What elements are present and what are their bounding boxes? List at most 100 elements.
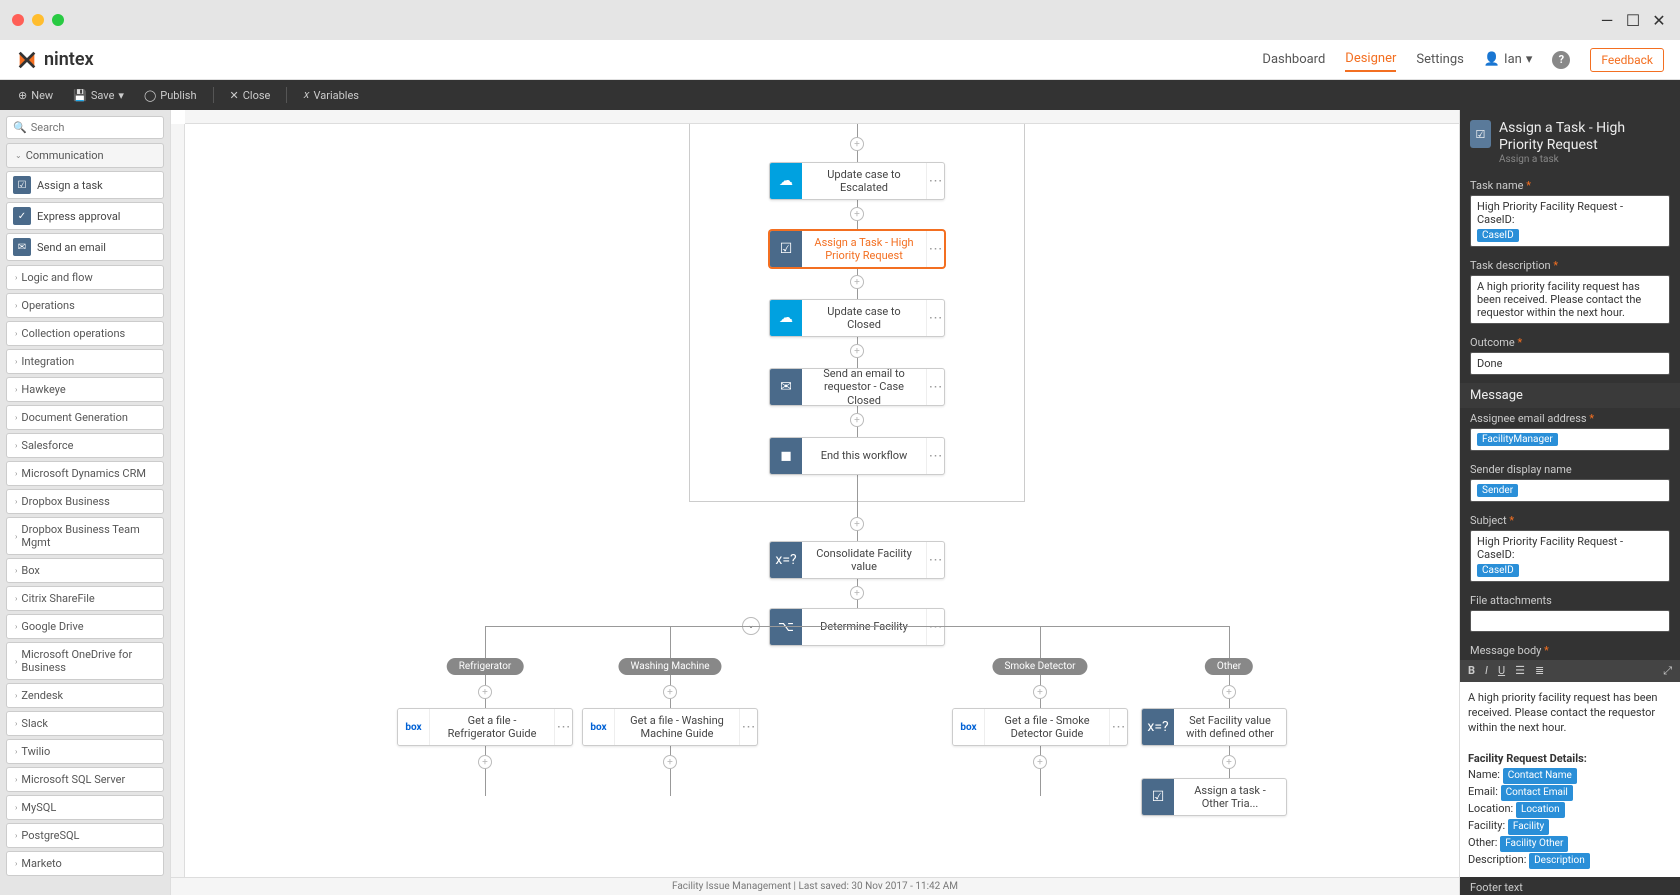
category-collection-operations[interactable]: ›Collection operations: [6, 321, 164, 346]
category-integration[interactable]: ›Integration: [6, 349, 164, 374]
node-menu[interactable]: ⋯: [739, 709, 757, 745]
add-step[interactable]: +: [663, 685, 677, 699]
token[interactable]: Contact Name: [1503, 768, 1577, 784]
token[interactable]: Description: [1529, 853, 1590, 869]
category-box[interactable]: ›Box: [6, 558, 164, 583]
add-step[interactable]: +: [850, 137, 864, 151]
close-button[interactable]: ✕Close: [222, 80, 279, 110]
mac-minimize[interactable]: [32, 14, 44, 26]
add-step[interactable]: +: [850, 207, 864, 221]
subject-input[interactable]: High Priority Facility Request - CaseID:…: [1470, 530, 1670, 582]
italic-button[interactable]: I: [1485, 664, 1488, 677]
category-microsoft-onedrive-for-business[interactable]: ›Microsoft OneDrive for Business: [6, 642, 164, 680]
node-file-refrigerator[interactable]: boxGet a file - Refrigerator Guide⋯: [397, 708, 573, 746]
action-express-approval[interactable]: ✓Express approval: [6, 202, 164, 230]
add-step[interactable]: +: [850, 344, 864, 358]
category-communication[interactable]: ⌄Communication: [6, 143, 164, 168]
add-step[interactable]: +: [850, 275, 864, 289]
mac-close[interactable]: [12, 14, 24, 26]
node-menu[interactable]: ⋯: [926, 609, 944, 645]
add-step[interactable]: +: [478, 685, 492, 699]
category-dropbox-business[interactable]: ›Dropbox Business: [6, 489, 164, 514]
token[interactable]: Facility: [1508, 819, 1549, 835]
node-consolidate[interactable]: x=?Consolidate Facility value⋯: [769, 541, 945, 579]
token-caseid[interactable]: CaseID: [1477, 564, 1519, 577]
token-facility-manager[interactable]: FacilityManager: [1477, 433, 1558, 446]
nav-settings[interactable]: Settings: [1416, 48, 1463, 71]
close-icon[interactable]: ✕: [1650, 11, 1668, 29]
search-field[interactable]: [31, 121, 157, 134]
mac-zoom[interactable]: [52, 14, 64, 26]
expand-icon[interactable]: ⤢: [1663, 664, 1672, 678]
publish-button[interactable]: ◯Publish: [136, 80, 205, 110]
minimize-icon[interactable]: —: [1598, 11, 1616, 29]
category-salesforce[interactable]: ›Salesforce: [6, 433, 164, 458]
search-input[interactable]: 🔍: [6, 116, 164, 139]
add-step[interactable]: +: [1033, 685, 1047, 699]
feedback-button[interactable]: Feedback: [1590, 48, 1664, 72]
token-caseid[interactable]: CaseID: [1477, 229, 1519, 242]
category-operations[interactable]: ›Operations: [6, 293, 164, 318]
node-set-facility-other[interactable]: x=?Set Facility value with defined other: [1141, 708, 1287, 746]
category-marketo[interactable]: ›Marketo: [6, 851, 164, 876]
node-update-escalated[interactable]: ☁Update case to Escalated⋯: [769, 162, 945, 200]
help-icon[interactable]: ?: [1552, 51, 1570, 69]
task-desc-input[interactable]: A high priority facility request has bee…: [1470, 275, 1670, 324]
maximize-icon[interactable]: ☐: [1624, 11, 1642, 29]
category-slack[interactable]: ›Slack: [6, 711, 164, 736]
list-ul-button[interactable]: ≣: [1535, 664, 1544, 677]
add-step[interactable]: +: [663, 755, 677, 769]
category-microsoft-sql-server[interactable]: ›Microsoft SQL Server: [6, 767, 164, 792]
add-step[interactable]: +: [1222, 755, 1236, 769]
node-menu[interactable]: ⋯: [926, 542, 944, 578]
assignee-input[interactable]: FacilityManager: [1470, 428, 1670, 451]
underline-button[interactable]: U: [1498, 664, 1505, 677]
node-file-smoke[interactable]: boxGet a file - Smoke Detector Guide⋯: [952, 708, 1128, 746]
canvas-scroll[interactable]: + ☁Update case to Escalated⋯ + ☑Assign a…: [185, 124, 1459, 877]
category-postgresql[interactable]: ›PostgreSQL: [6, 823, 164, 848]
category-citrix-sharefile[interactable]: ›Citrix ShareFile: [6, 586, 164, 611]
new-button[interactable]: ⊕New: [10, 80, 61, 110]
category-logic-and-flow[interactable]: ›Logic and flow: [6, 265, 164, 290]
category-google-drive[interactable]: ›Google Drive: [6, 614, 164, 639]
node-menu[interactable]: ⋯: [926, 438, 944, 474]
outcome-input[interactable]: Done: [1470, 352, 1670, 375]
add-step[interactable]: +: [850, 517, 864, 531]
token-sender[interactable]: Sender: [1477, 484, 1518, 497]
node-update-closed[interactable]: ☁Update case to Closed⋯: [769, 299, 945, 337]
node-file-washing[interactable]: boxGet a file - Washing Machine Guide⋯: [582, 708, 758, 746]
action-send-email[interactable]: ✉Send an email: [6, 233, 164, 261]
category-document-generation[interactable]: ›Document Generation: [6, 405, 164, 430]
node-assign-task-selected[interactable]: ☑Assign a Task - High Priority Request⋯: [769, 230, 945, 268]
category-dropbox-business-team-mgmt[interactable]: ›Dropbox Business Team Mgmt: [6, 517, 164, 555]
node-menu[interactable]: ⋯: [926, 231, 944, 267]
token[interactable]: Location: [1516, 802, 1565, 818]
list-ol-button[interactable]: ☰: [1515, 664, 1525, 677]
node-menu[interactable]: ⋯: [554, 709, 572, 745]
node-menu[interactable]: ⋯: [926, 369, 944, 405]
add-step[interactable]: +: [1033, 755, 1047, 769]
add-step[interactable]: +: [1222, 685, 1236, 699]
user-menu[interactable]: 👤 Ian ▾: [1484, 52, 1533, 67]
category-zendesk[interactable]: ›Zendesk: [6, 683, 164, 708]
sender-input[interactable]: Sender: [1470, 479, 1670, 502]
nav-designer[interactable]: Designer: [1345, 47, 1396, 72]
node-determine-facility[interactable]: ⌥Determine Facility⋯: [769, 608, 945, 646]
node-menu[interactable]: ⋯: [926, 300, 944, 336]
category-microsoft-dynamics-crm[interactable]: ›Microsoft Dynamics CRM: [6, 461, 164, 486]
node-send-email[interactable]: ✉Send an email to requestor - Case Close…: [769, 368, 945, 406]
token[interactable]: Facility Other: [1500, 836, 1568, 852]
category-mysql[interactable]: ›MySQL: [6, 795, 164, 820]
bold-button[interactable]: B: [1468, 664, 1475, 677]
action-assign-task[interactable]: ☑Assign a task: [6, 171, 164, 199]
variables-button[interactable]: 𝑥Variables: [295, 80, 367, 110]
add-step[interactable]: +: [850, 413, 864, 427]
task-name-input[interactable]: High Priority Facility Request - CaseID:…: [1470, 195, 1670, 247]
add-step[interactable]: +: [850, 586, 864, 600]
save-button[interactable]: 💾Save▾: [65, 80, 132, 110]
nav-dashboard[interactable]: Dashboard: [1262, 48, 1325, 71]
message-body-editor[interactable]: A high priority facility request has bee…: [1460, 682, 1680, 877]
category-hawkeye[interactable]: ›Hawkeye: [6, 377, 164, 402]
add-step[interactable]: +: [478, 755, 492, 769]
token[interactable]: Contact Email: [1501, 785, 1573, 801]
